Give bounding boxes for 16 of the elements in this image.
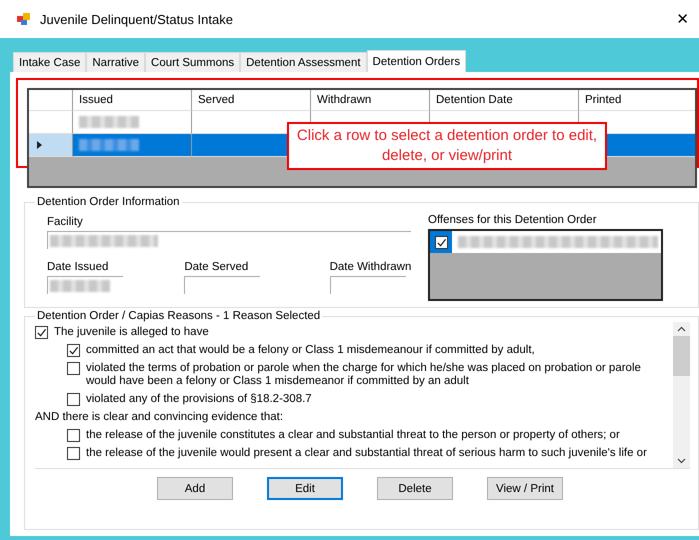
group-title: Detention Order / Capias Reasons - 1 Reason Selected [36, 310, 322, 322]
reason-label: the release of the juvenile constitutes a clear and substantial threat to the person or property of others; or [86, 429, 620, 442]
field-label: Date Withdrawn [330, 261, 412, 273]
field-label: Date Issued [47, 261, 110, 273]
group-title: Detention Order Information [36, 196, 181, 208]
field-label: Date Served [184, 261, 250, 273]
reason-heading: AND there is clear and convincing evidence that: [35, 411, 284, 424]
field-label: Facility [47, 216, 84, 228]
reason-label: The juvenile is alleged to have [54, 326, 209, 339]
field-label: Offenses for this Detention Order [428, 214, 598, 226]
reason-label: violated any of the provisions of §18.2-308.7 [86, 393, 312, 406]
reason-label: committed an act that would be a felony or Class 1 misdemeanour if committed by adult, [86, 344, 535, 357]
reason-label: violated the terms of probation or parole when the charge for which he/she was placed on probation or parole would have been a felony or Class 1 misdemeanor if committed by an adult [86, 362, 642, 388]
reason-label: the release of the juvenile would present a clear and substantial threat of serious harm to such juvenile's life or [86, 447, 647, 460]
window-title: Juvenile Delinquent/Status Intake [40, 12, 233, 26]
callout-tooltip: Click a row to select a detention order to edit, delete, or view/print [287, 122, 607, 170]
